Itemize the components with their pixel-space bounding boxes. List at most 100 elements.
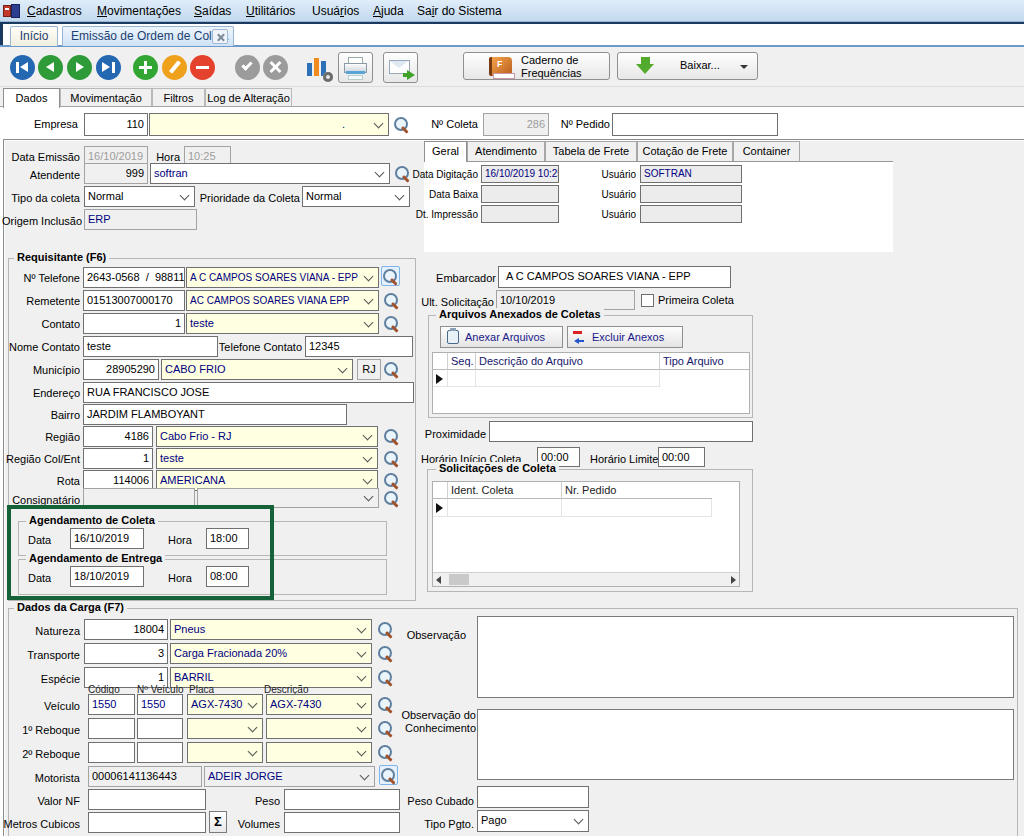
menu-usuarios[interactable]: Usuários (312, 0, 359, 22)
send-email-button[interactable] (383, 52, 418, 83)
horizontal-scrollbar[interactable] (433, 572, 739, 586)
veiculo-codigo-input[interactable]: 1550 (88, 694, 135, 715)
search-icon[interactable] (383, 291, 402, 311)
tab-inicio[interactable]: Início (10, 26, 58, 46)
reboque2-codigo-input[interactable] (88, 742, 135, 763)
veiculo-placa-combo[interactable]: AGX-7430 (187, 694, 263, 715)
valor-nf-input[interactable] (88, 789, 206, 810)
empresa-code-input[interactable]: 110 (84, 113, 148, 136)
telefone-input[interactable]: 2643-0568 / 98811 (83, 267, 185, 288)
search-icon[interactable] (383, 360, 402, 380)
search-icon[interactable] (383, 471, 402, 491)
excluir-anexos-button[interactable]: Excluir Anexos (567, 326, 683, 348)
municipio-combo[interactable]: CABO FRIO (161, 359, 353, 380)
tipo-pgto-combo[interactable]: Pago (477, 810, 589, 832)
contato-code-input[interactable]: 1 (83, 313, 185, 334)
veiculo-numero-input[interactable]: 1550 (137, 694, 183, 715)
telefone-contato-input[interactable]: 12345 (305, 336, 413, 357)
veiculo-descricao-combo[interactable]: AGX-7430 (266, 694, 372, 715)
tab-container[interactable]: Container (733, 141, 800, 161)
delete-button[interactable] (190, 55, 215, 80)
bairro-input[interactable]: JARDIM FLAMBOYANT (83, 404, 347, 425)
last-record-button[interactable] (96, 55, 121, 80)
chart-button[interactable] (306, 54, 332, 80)
primeira-coleta-checkbox[interactable] (641, 294, 654, 307)
search-icon[interactable] (377, 644, 396, 664)
tipo-coleta-combo[interactable]: Normal (84, 186, 195, 207)
reboque2-numero-input[interactable] (137, 742, 183, 763)
regiao-combo[interactable]: Cabo Frio - RJ (156, 426, 378, 447)
search-icon[interactable] (377, 620, 396, 640)
reboque1-placa-combo[interactable] (187, 718, 263, 739)
nome-contato-input[interactable]: teste (83, 336, 218, 357)
tab-log-alteracao[interactable]: Log de Alteração (205, 88, 292, 107)
search-icon[interactable] (379, 765, 398, 785)
volumes-input[interactable] (284, 812, 400, 833)
menu-saidas[interactable]: Saídas (194, 0, 231, 22)
tab-atendimento[interactable]: Atendimento (467, 141, 545, 161)
scroll-right-icon[interactable] (731, 576, 736, 584)
cancel-button[interactable] (263, 55, 288, 80)
reboque2-descricao-combo[interactable] (266, 742, 372, 763)
first-record-button[interactable] (10, 55, 35, 80)
municipio-code-input[interactable]: 28905290 (83, 359, 159, 380)
tab-dados[interactable]: Dados (3, 88, 60, 108)
search-icon[interactable] (377, 668, 396, 688)
tab-filtros[interactable]: Filtros (152, 88, 205, 107)
add-button[interactable] (133, 55, 158, 80)
endereco-input[interactable]: RUA FRANCISCO JOSE (83, 382, 414, 403)
anexar-arquivos-button[interactable]: Anexar Arquivos (440, 326, 563, 348)
menu-sair[interactable]: Sair do Sistema (417, 0, 502, 22)
motorista-combo[interactable]: ADEIR JORGE (204, 766, 375, 787)
observacao-conhecimento-textarea[interactable] (477, 709, 1014, 780)
regiao-code-input[interactable]: 4186 (83, 426, 153, 447)
search-icon[interactable] (394, 164, 413, 184)
prioridade-combo[interactable]: Normal (302, 186, 410, 207)
regiao-colent-code-input[interactable]: 1 (83, 448, 153, 469)
solicitacoes-grid[interactable]: Ident. Coleta Nr. Pedido (432, 481, 740, 587)
proximidade-input[interactable] (489, 421, 753, 442)
close-icon[interactable] (212, 29, 228, 44)
transporte-code-input[interactable]: 3 (84, 643, 168, 664)
regiao-colent-combo[interactable]: teste (156, 448, 378, 469)
contato-combo[interactable]: teste (186, 313, 379, 334)
tab-cotacao-frete[interactable]: Cotação de Frete (637, 141, 733, 161)
search-icon[interactable] (383, 427, 402, 447)
tab-movimentacao[interactable]: Movimentação (60, 88, 152, 107)
print-button[interactable] (338, 52, 373, 83)
search-icon[interactable] (383, 449, 402, 469)
observacao-textarea[interactable] (477, 616, 1014, 698)
n-pedido-input[interactable] (612, 113, 778, 136)
menu-ajuda[interactable]: Ajuda (373, 0, 404, 22)
peso-cubado-input[interactable] (477, 786, 589, 808)
menu-movimentacoes[interactable]: Movimentações (97, 0, 181, 22)
embarcador-input[interactable]: A C CAMPOS SOARES VIANA - EPP (498, 266, 731, 288)
reboque2-placa-combo[interactable] (187, 742, 263, 763)
next-record-button[interactable] (67, 55, 92, 80)
dropdown-caret-icon[interactable] (740, 65, 748, 69)
scroll-left-icon[interactable] (436, 576, 441, 584)
baixar-button[interactable]: Baixar... (617, 52, 758, 80)
search-icon[interactable] (377, 719, 396, 739)
empresa-combo[interactable]: . (149, 113, 389, 136)
tab-emissao-ordem-coleta[interactable]: Emissão de Ordem de Coleta (62, 26, 234, 46)
peso-input[interactable] (284, 789, 400, 810)
natureza-combo[interactable]: Pneus (170, 619, 372, 640)
reboque1-numero-input[interactable] (137, 718, 183, 739)
transporte-combo[interactable]: Carga Fracionada 20% (170, 643, 372, 664)
remetente-input[interactable]: 01513007000170 (83, 290, 185, 311)
search-icon[interactable] (383, 489, 402, 509)
previous-record-button[interactable] (38, 55, 63, 80)
arquivos-grid[interactable]: Seq. Descrição do Arquivo Tipo Arquivo (432, 352, 750, 414)
search-icon[interactable] (393, 115, 412, 135)
confirm-button[interactable] (235, 55, 260, 80)
tab-geral[interactable]: Geral (424, 141, 467, 162)
reboque1-codigo-input[interactable] (88, 718, 135, 739)
scroll-thumb[interactable] (449, 574, 469, 585)
menu-cadastros[interactable]: Cadastros (27, 0, 82, 22)
sum-button[interactable]: Σ (209, 811, 227, 833)
search-icon[interactable] (383, 314, 402, 334)
remetente-combo[interactable]: AC CAMPOS SOARES VIANA EPP (186, 290, 379, 311)
atendente-combo[interactable]: softran (150, 163, 390, 184)
edit-button[interactable] (162, 55, 187, 80)
